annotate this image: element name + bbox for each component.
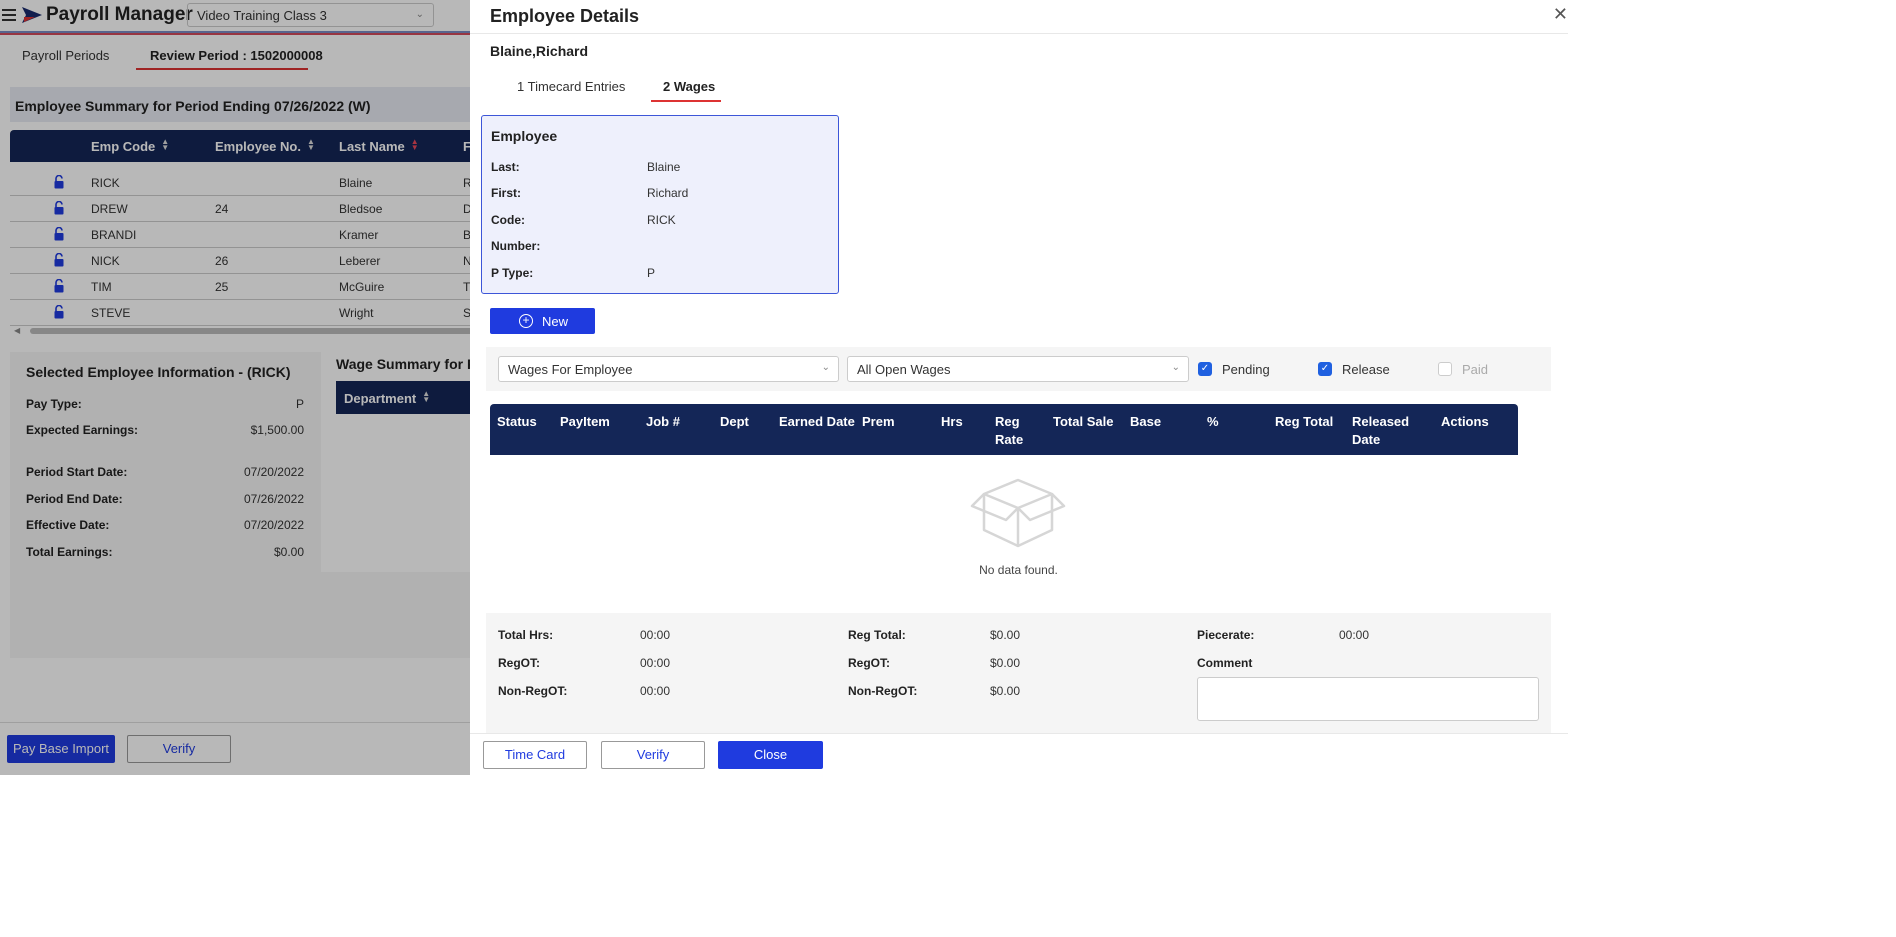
modal-backdrop[interactable] <box>0 0 470 775</box>
chevron-down-icon: ⌄ <box>1171 362 1180 373</box>
tab-wages[interactable]: 2 Wages <box>663 79 715 94</box>
release-label: Release <box>1342 362 1390 377</box>
employee-card-title: Employee <box>491 128 558 144</box>
column-total-sale[interactable]: Total Sale <box>1053 413 1113 431</box>
wages-for-value: Wages For Employee <box>508 362 633 377</box>
column-dept[interactable]: Dept <box>720 413 749 431</box>
nonregot-amount-value: $0.00 <box>990 684 1021 698</box>
new-wage-button[interactable]: + New <box>490 308 595 334</box>
drawer-title: Employee Details <box>490 6 640 26</box>
piecerate-value: 00:00 <box>1339 628 1370 642</box>
column-actions[interactable]: Actions <box>1441 413 1489 431</box>
wages-table-header: Status PayItem Job # Dept Earned Date Pr… <box>490 404 1518 455</box>
app-stage: Payroll Manager Video Training Class 3 ⌄… <box>0 0 1568 775</box>
field-value: Richard <box>647 186 689 200</box>
close-icon[interactable]: ✕ <box>1553 4 1568 25</box>
reg-total-value: $0.00 <box>990 628 1021 642</box>
total-hrs-label: Total Hrs: <box>498 628 554 642</box>
vertical-scrollbar[interactable] <box>1552 34 1568 733</box>
paid-label: Paid <box>1462 362 1489 377</box>
comment-textarea[interactable] <box>1197 677 1539 721</box>
piecerate-label: Piecerate: <box>1197 628 1255 642</box>
regot-amount-label: RegOT: <box>848 656 890 670</box>
tab-timecard-entries[interactable]: 1 Timecard Entries <box>517 79 625 94</box>
no-data-message: No data found. <box>979 563 1058 577</box>
wage-filters: Wages For Employee ⌄ All Open Wages ⌄ ✓ … <box>486 347 1551 391</box>
open-wages-value: All Open Wages <box>857 362 951 377</box>
plus-circle-icon: + <box>519 314 533 328</box>
wage-totals-panel: Total Hrs: 00:00 RegOT: 00:00 Non-RegOT:… <box>486 613 1551 733</box>
checkmark-icon[interactable]: ✓ <box>1198 362 1212 376</box>
field-value: RICK <box>647 213 676 227</box>
wages-for-select[interactable]: Wages For Employee ⌄ <box>498 356 839 382</box>
drawer-verify-button[interactable]: Verify <box>601 741 705 769</box>
regot-amount-value: $0.00 <box>990 656 1021 670</box>
chevron-down-icon: ⌄ <box>821 362 830 373</box>
empty-box-icon <box>970 478 1066 548</box>
comment-label: Comment <box>1197 656 1253 670</box>
close-button[interactable]: Close <box>718 741 823 769</box>
field-label: Code: <box>491 213 525 227</box>
field-value: P <box>647 266 656 280</box>
column-status[interactable]: Status <box>497 413 537 431</box>
pending-label: Pending <box>1222 362 1270 377</box>
employee-card: Employee Last: Blaine First: Richard Code:… <box>481 115 839 294</box>
checkbox-empty-icon <box>1438 362 1452 376</box>
open-wages-select[interactable]: All Open Wages ⌄ <box>847 356 1189 382</box>
nonregot-label: Non-RegOT: <box>498 684 568 698</box>
column-hrs[interactable]: Hrs <box>941 413 963 431</box>
column-payitem[interactable]: PayItem <box>560 413 610 431</box>
time-card-button[interactable]: Time Card <box>483 741 587 769</box>
drawer-divider <box>470 33 1568 34</box>
column-reg-rate[interactable]: Reg Rate <box>995 413 1035 449</box>
column-percent[interactable]: % <box>1207 413 1219 431</box>
regot-label: RegOT: <box>498 656 540 670</box>
column-earned-date[interactable]: Earned Date <box>779 413 855 431</box>
field-label: Number: <box>491 239 541 253</box>
column-reg-total[interactable]: Reg Total <box>1275 413 1333 431</box>
column-released-date[interactable]: Released Date <box>1352 413 1422 449</box>
total-hrs-value: 00:00 <box>640 628 671 642</box>
column-job[interactable]: Job # <box>646 413 680 431</box>
field-label: P Type: <box>491 266 534 280</box>
drawer-footer: Time Card Verify Close <box>470 733 1568 775</box>
employee-name: Blaine,Richard <box>490 43 589 59</box>
column-prem[interactable]: Prem <box>862 413 895 431</box>
reg-total-label: Reg Total: <box>848 628 906 642</box>
active-tab-underline <box>651 100 721 102</box>
nonregot-value: 00:00 <box>640 684 671 698</box>
field-label: First: <box>491 186 521 200</box>
field-value: Blaine <box>647 160 681 174</box>
column-base[interactable]: Base <box>1130 413 1161 431</box>
nonregot-amount-label: Non-RegOT: <box>848 684 918 698</box>
new-button-label: New <box>542 314 569 329</box>
regot-value: 00:00 <box>640 656 671 670</box>
field-label: Last: <box>491 160 520 174</box>
employee-details-drawer: Employee Details ✕ Blaine,Richard 1 Time… <box>470 0 1568 775</box>
checkmark-icon[interactable]: ✓ <box>1318 362 1332 376</box>
